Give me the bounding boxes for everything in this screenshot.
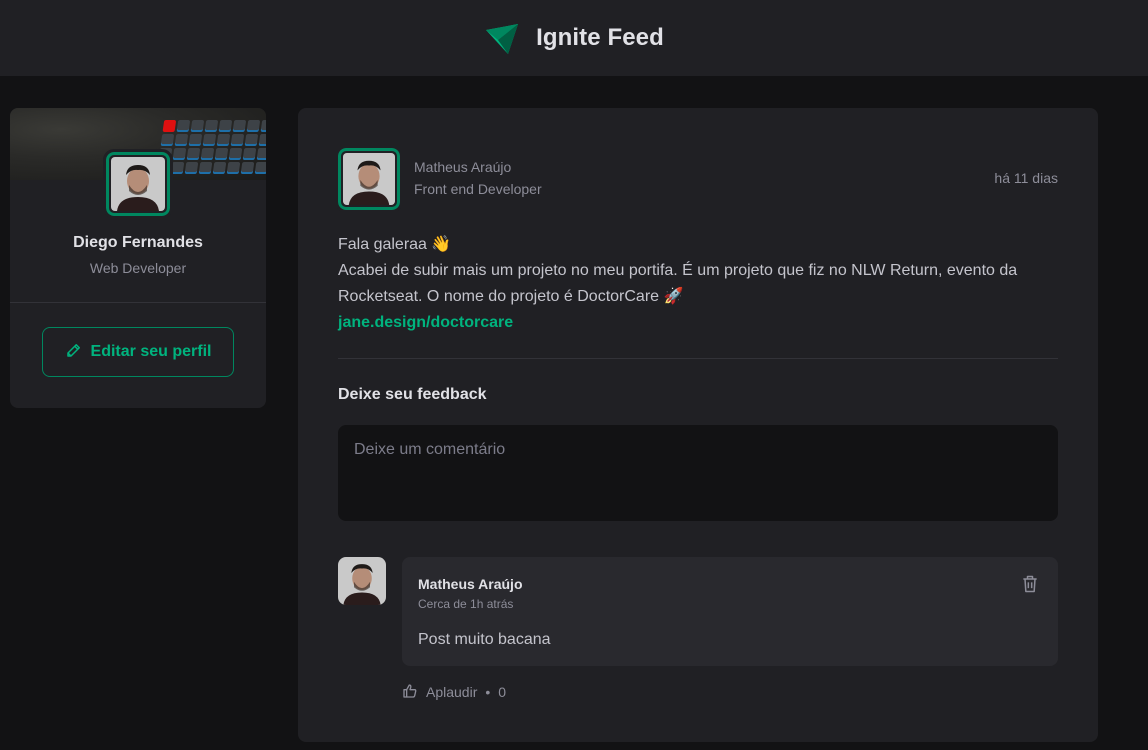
divider xyxy=(10,302,266,303)
profile-role: Web Developer xyxy=(89,260,187,276)
edit-profile-button[interactable]: Editar seu perfil xyxy=(42,327,234,377)
post-card: Matheus Araújo Front end Developer há 11… xyxy=(298,108,1098,742)
applaud-separator: • xyxy=(485,684,491,700)
comment-author: Matheus Araújo xyxy=(418,576,523,592)
app-title: Ignite Feed xyxy=(536,24,664,51)
trash-icon xyxy=(1020,574,1040,597)
author-avatar[interactable] xyxy=(335,145,403,213)
post-paragraph: Fala galeraa 👋 xyxy=(338,236,452,253)
comment-time: Cerca de 1h atrás xyxy=(418,597,514,611)
post-paragraph: Acabei de subir mais um projeto no meu p… xyxy=(338,262,1018,305)
author-role: Front end Developer xyxy=(414,181,542,197)
comment-text: Post muito bacana xyxy=(418,631,551,648)
app-header: Ignite Feed xyxy=(0,0,1148,76)
divider xyxy=(338,358,1058,359)
profile-sidebar: Diego Fernandes Web Developer Editar seu… xyxy=(10,108,266,408)
profile-avatar[interactable] xyxy=(103,149,173,219)
feedback-title: Deixe seu feedback xyxy=(338,386,487,403)
delete-comment-button[interactable] xyxy=(1018,573,1042,597)
applaud-label: Aplaudir xyxy=(426,684,478,700)
applaud-button[interactable]: Aplaudir • 0 xyxy=(402,682,506,702)
thumbs-up-icon xyxy=(402,683,418,702)
edit-profile-label: Editar seu perfil xyxy=(90,343,212,360)
post-content: Fala galeraa 👋 Acabei de subir mais um p… xyxy=(338,232,1058,336)
post-link[interactable]: jane.design/doctorcare xyxy=(338,314,513,331)
paper-plane-logo-icon xyxy=(484,20,520,56)
pencil-icon xyxy=(65,341,83,364)
profile-name: Diego Fernandes xyxy=(73,234,203,251)
post-time: há 11 dias xyxy=(994,170,1058,186)
comment-box: Matheus Araújo Cerca de 1h atrás Post mu… xyxy=(402,557,1058,666)
comment-input[interactable] xyxy=(338,425,1058,521)
author-name: Matheus Araújo xyxy=(414,159,512,175)
comment-avatar[interactable] xyxy=(338,557,386,605)
applaud-count: 0 xyxy=(498,684,507,700)
